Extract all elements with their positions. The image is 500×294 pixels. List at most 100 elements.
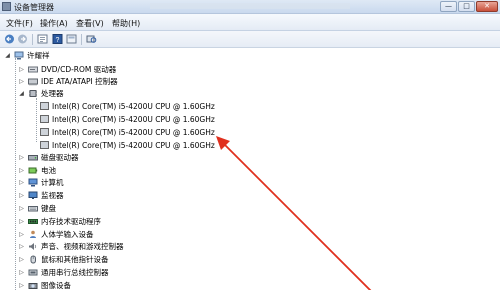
keyboard-icon [28,204,38,213]
expand-icon[interactable]: ▷ [18,280,25,292]
tree-root[interactable]: ◢ 许耀祥 [4,50,50,62]
tree-node-keyboard[interactable]: ▷ 键盘 [18,203,56,215]
tree-node-label: IDE ATA/ATAPI 控制器 [41,77,118,86]
cpu-item[interactable]: Intel(R) Core(TM) i5-4200U CPU @ 1.60GHz [40,114,215,126]
expand-icon[interactable]: ▷ [18,152,25,164]
cpu-item-label: Intel(R) Core(TM) i5-4200U CPU @ 1.60GHz [52,128,215,137]
close-button[interactable]: ✕ [476,1,498,12]
disk-drive-icon [28,153,38,162]
cpu-item-label: Intel(R) Core(TM) i5-4200U CPU @ 1.60GHz [52,102,215,111]
expand-icon[interactable]: ▷ [18,76,25,88]
menu-view[interactable]: 查看(V) [76,18,104,29]
tree-guide-line [36,98,37,142]
toolbar: ? [0,31,500,48]
cpu-item[interactable]: Intel(R) Core(TM) i5-4200U CPU @ 1.60GHz [40,101,215,113]
expand-icon[interactable]: ▷ [18,203,25,215]
toolbar-separator [32,34,33,45]
menu-bar: 文件(F) 操作(A) 查看(V) 帮助(H) [0,14,500,31]
expand-icon[interactable]: ▷ [18,64,25,76]
collapse-icon[interactable]: ◢ [4,50,11,62]
expand-icon[interactable]: ▷ [18,216,25,228]
menu-help[interactable]: 帮助(H) [112,18,140,29]
properties-sheet-icon[interactable] [66,34,77,44]
tree-root-label: 许耀祥 [27,51,50,60]
tree-node-label: 计算机 [41,178,64,187]
tree-node-hid[interactable]: ▷ 人体学输入设备 [18,229,94,241]
tree-node-memory[interactable]: ▷ 内存技术驱动程序 [18,216,101,228]
maximize-icon: □ [463,2,470,10]
battery-icon [28,166,38,175]
cpu-item-label: Intel(R) Core(TM) i5-4200U CPU @ 1.60GHz [52,141,215,150]
cpu-item[interactable]: Intel(R) Core(TM) i5-4200U CPU @ 1.60GHz [40,127,215,139]
menu-file[interactable]: 文件(F) [6,18,33,29]
title-bar: 设备管理器 — □ ✕ [0,0,500,14]
dvd-drive-icon [28,65,38,74]
help-icon[interactable]: ? [52,34,63,44]
tree-node-battery[interactable]: ▷ 电池 [18,165,56,177]
expand-icon[interactable]: ▷ [18,190,25,202]
maximize-button[interactable]: □ [458,1,475,12]
tree-node-label: 键盘 [41,204,56,213]
toolbar-separator [81,34,82,45]
tree-node-label: 监视器 [41,191,64,200]
mouse-icon [28,255,38,264]
expand-icon[interactable]: ▷ [18,229,25,241]
tree-node-label: 处理器 [41,89,64,98]
ide-controller-icon [28,77,38,86]
back-icon[interactable] [4,34,15,44]
computer-icon [28,178,38,187]
hid-icon [28,230,38,239]
expand-icon[interactable]: ▷ [18,165,25,177]
cpu-icon [40,102,49,110]
device-tree: ◢ 许耀祥 ▷ DVD/CD-ROM 驱动器 ▷ IDE ATA/ATAPI 控… [0,48,500,290]
memory-icon [28,217,38,226]
tree-node-label: 磁盘驱动器 [41,153,79,162]
tree-node-label: 电池 [41,166,56,175]
tree-node-computer[interactable]: ▷ 计算机 [18,177,64,189]
tree-node-dvd[interactable]: ▷ DVD/CD-ROM 驱动器 [18,64,116,76]
cpu-icon [40,115,49,123]
sound-icon [28,242,38,251]
tree-node-label: 人体学输入设备 [41,230,94,239]
svg-text:?: ? [56,37,60,44]
cpu-item-label: Intel(R) Core(TM) i5-4200U CPU @ 1.60GHz [52,115,215,124]
collapse-icon[interactable]: ◢ [18,88,25,100]
computer-root-icon [14,51,24,60]
tree-node-label: 鼠标和其他指针设备 [41,255,109,264]
tree-node-label: 声音、视频和游戏控制器 [41,242,124,251]
tree-node-usb[interactable]: ▷ 通用串行总线控制器 [18,267,109,279]
tree-node-label: 通用串行总线控制器 [41,268,109,277]
cpu-icon [40,141,49,149]
cpu-item[interactable]: Intel(R) Core(TM) i5-4200U CPU @ 1.60GHz [40,140,215,152]
usb-icon [28,268,38,277]
tree-node-processor[interactable]: ◢ 处理器 [18,88,64,100]
expand-icon[interactable]: ▷ [18,177,25,189]
window-title: 设备管理器 [14,3,54,12]
device-manager-icon [2,2,11,11]
scan-hardware-icon[interactable] [86,34,97,44]
minimize-icon: — [445,2,452,10]
tree-node-sound[interactable]: ▷ 声音、视频和游戏控制器 [18,241,124,253]
cpu-icon [40,128,49,136]
expand-icon[interactable]: ▷ [18,254,25,266]
tree-node-label: 图像设备 [41,281,71,290]
tree-node-ide[interactable]: ▷ IDE ATA/ATAPI 控制器 [18,76,118,88]
title-bar-blurred-area [150,3,350,9]
expand-icon[interactable]: ▷ [18,267,25,279]
tree-node-monitor[interactable]: ▷ 监视器 [18,190,64,202]
tree-node-label: DVD/CD-ROM 驱动器 [41,65,117,74]
processor-icon [28,89,38,98]
monitor-icon [28,191,38,200]
tree-node-label: 内存技术驱动程序 [41,217,101,226]
minimize-button[interactable]: — [440,1,457,12]
properties-icon[interactable] [37,34,48,44]
close-icon: ✕ [484,2,490,10]
tree-node-disk[interactable]: ▷ 磁盘驱动器 [18,152,79,164]
tree-node-imaging[interactable]: ▷ 图像设备 [18,280,71,292]
menu-action[interactable]: 操作(A) [40,18,68,29]
tree-guide-line [15,58,16,290]
tree-node-mouse[interactable]: ▷ 鼠标和其他指针设备 [18,254,109,266]
camera-icon [28,281,38,290]
forward-icon[interactable] [17,34,28,44]
expand-icon[interactable]: ▷ [18,241,25,253]
